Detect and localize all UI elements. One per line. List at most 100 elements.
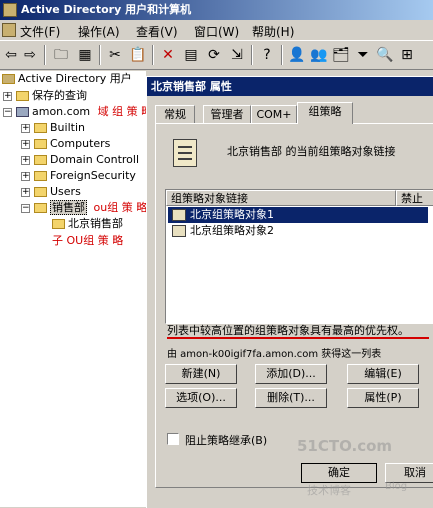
tree-item-label: 销售部	[50, 200, 87, 215]
menu-bar: 文件(F) 操作(A) 查看(V) 窗口(W) 帮助(H)	[0, 20, 433, 41]
gpo-list-item[interactable]: 北京组策略对象1	[168, 207, 428, 223]
expand-toggle[interactable]: +	[3, 92, 12, 101]
properties-icon[interactable]: ▤	[181, 45, 201, 65]
tree-root-row[interactable]: Active Directory 用户	[2, 71, 132, 87]
tree-item-label: Computers	[50, 137, 111, 150]
menu-file[interactable]: 文件(F)	[20, 23, 60, 40]
folder-icon	[34, 187, 47, 197]
toolbar-separator	[251, 45, 253, 65]
tree-item-builtin[interactable]: Builtin	[34, 120, 85, 136]
gpo-icon	[172, 209, 186, 221]
folder-icon	[16, 91, 29, 101]
active-directory-app-icon	[3, 3, 17, 17]
menu-action[interactable]: 操作(A)	[78, 23, 120, 40]
tab-general[interactable]: 常规	[155, 105, 195, 123]
source-dc-note: 由 amon-k00igif7fa.amon.com 获得这一列表	[167, 349, 382, 360]
add-ou-icon[interactable]: 🗂	[331, 45, 351, 65]
add-to-group-icon[interactable]: ⊞	[397, 45, 417, 65]
add-user-icon[interactable]: 👤	[287, 45, 307, 65]
folder-icon	[34, 171, 47, 181]
ou-folder-icon	[34, 155, 47, 165]
options-button[interactable]: 选项(O)...	[165, 388, 237, 408]
new-button[interactable]: 新建(N)	[165, 364, 237, 384]
edit-button[interactable]: 编辑(E)	[347, 364, 419, 384]
tree-item-computers[interactable]: Computers	[34, 136, 110, 152]
main-window-title-bar[interactable]: Active Directory 用户和计算机	[0, 0, 433, 20]
ou-folder-icon	[52, 219, 65, 229]
tree-item-label: 北京销售部	[68, 217, 123, 230]
export-icon[interactable]: ⇲	[227, 45, 247, 65]
watermark-site: 51CTO.com	[297, 437, 393, 455]
column-header-no-override[interactable]: 禁止	[396, 190, 433, 206]
watermark-blog: Blog	[385, 481, 408, 492]
gpo-name: 北京组策略对象1	[190, 208, 274, 221]
toolbar-separator	[281, 45, 283, 65]
gpo-links-listbox[interactable]: 组策略对象链接 禁止 北京组策略对象1 北京组策略对象2	[165, 189, 433, 324]
expand-toggle[interactable]: +	[21, 140, 30, 149]
gpo-list-item[interactable]: 北京组策略对象2	[168, 223, 428, 239]
tab-com-plus[interactable]: COM+	[251, 105, 297, 123]
expand-toggle[interactable]: +	[21, 156, 30, 165]
ou-folder-icon	[34, 203, 47, 213]
folder-icon	[34, 123, 47, 133]
properties-dialog: 北京销售部 属性 常规 管理者 COM+ 组策略 北京销售部 的当前组策略对象链…	[146, 76, 433, 508]
group-policy-scroll-icon	[173, 139, 197, 167]
ok-button[interactable]: 确定	[301, 463, 377, 483]
tab-group-policy[interactable]: 组策略	[297, 102, 353, 124]
toolbar-separator	[99, 45, 101, 65]
domain-icon	[16, 107, 29, 117]
menu-view[interactable]: 查看(V)	[136, 23, 178, 40]
delete-icon[interactable]: ✕	[158, 45, 178, 65]
annotation-ou-gpo: ou组 策 略	[93, 201, 147, 214]
cut-icon[interactable]: ✂	[105, 45, 125, 65]
main-window-title: Active Directory 用户和计算机	[21, 3, 192, 16]
console-menu-icon[interactable]	[2, 23, 16, 37]
gpo-links-header: 北京销售部 的当前组策略对象链接	[227, 145, 396, 158]
tree-item-users[interactable]: Users	[34, 184, 81, 200]
cancel-button[interactable]: 取消	[385, 463, 433, 483]
tree-item-foreign-security[interactable]: ForeignSecurity	[34, 168, 136, 184]
block-inheritance-label: 阻止策略继承(B)	[185, 434, 268, 447]
tree-item-beijing-sales-ou[interactable]: 北京销售部	[52, 216, 123, 232]
properties-button[interactable]: 属性(P)	[347, 388, 419, 408]
gpo-icon	[172, 225, 186, 237]
tree-item-label: 保存的查询	[32, 89, 87, 102]
tree-root-label: Active Directory 用户	[18, 72, 132, 85]
forward-icon[interactable]: ⇨	[20, 45, 40, 65]
menu-window[interactable]: 窗口(W)	[194, 23, 239, 40]
refresh-icon[interactable]: ⟳	[204, 45, 224, 65]
toolbar-separator	[152, 45, 154, 65]
back-icon[interactable]: ⇦	[1, 45, 21, 65]
add-button[interactable]: 添加(D)...	[255, 364, 327, 384]
paste-icon[interactable]: 📋	[128, 45, 148, 65]
tree-item-label: Users	[50, 185, 81, 198]
watermark-sub: 技术博客	[307, 484, 351, 497]
annotation-domain-gpo: 域 组 策 略	[97, 105, 146, 118]
delete-button[interactable]: 删除(T)...	[255, 388, 327, 408]
up-folder-icon[interactable]: 🗀	[51, 45, 71, 65]
tree-item-domain-controllers[interactable]: Domain Controll	[34, 152, 139, 168]
ad-root-icon	[2, 74, 15, 84]
tree-item-label: amon.com	[32, 105, 91, 118]
tree-item-label: Domain Controll	[50, 153, 139, 166]
find-icon[interactable]: 🔍	[375, 45, 395, 65]
tab-managed-by[interactable]: 管理者	[203, 105, 251, 123]
collapse-toggle[interactable]: −	[21, 204, 30, 213]
column-header-gpo-link[interactable]: 组策略对象链接	[166, 190, 396, 206]
menu-help[interactable]: 帮助(H)	[252, 23, 294, 40]
expand-toggle[interactable]: +	[21, 124, 30, 133]
block-inheritance-checkbox[interactable]	[167, 433, 179, 445]
tree-item-domain[interactable]: amon.com 域 组 策 略	[16, 104, 146, 120]
show-tree-icon[interactable]: ▦	[75, 45, 95, 65]
expand-toggle[interactable]: +	[21, 188, 30, 197]
dialog-title-bar[interactable]: 北京销售部 属性	[147, 77, 433, 96]
tree-item-saved-queries[interactable]: 保存的查询	[16, 88, 87, 104]
console-tree: Active Directory 用户 + 保存的查询 − amon.com 域…	[0, 71, 146, 507]
expand-toggle[interactable]: +	[21, 172, 30, 181]
help-icon[interactable]: ?	[257, 45, 277, 65]
folder-icon	[34, 139, 47, 149]
add-group-icon[interactable]: 👥	[309, 45, 329, 65]
collapse-toggle[interactable]: −	[3, 108, 12, 117]
tree-item-sales-ou[interactable]: 销售部 ou组 策 略	[34, 200, 146, 216]
filter-icon[interactable]: ⏷	[353, 45, 373, 65]
